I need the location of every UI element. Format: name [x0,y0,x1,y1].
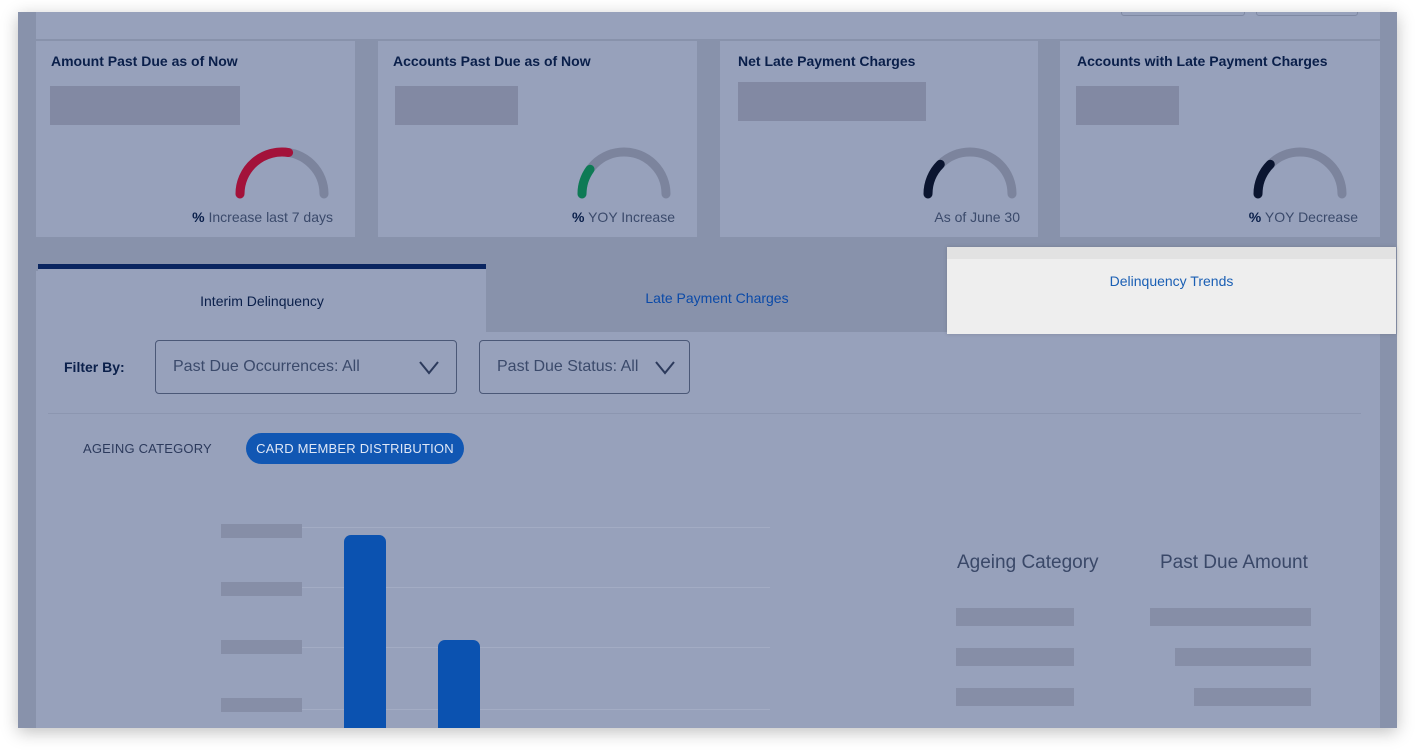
toolbar-button-1[interactable] [1121,12,1245,16]
card-title: Net Late Payment Charges [738,53,916,69]
tab-delinquency-trends[interactable]: Delinquency Trends [947,247,1396,334]
table-cell-placeholder [1175,648,1311,666]
card-title: Accounts with Late Payment Charges [1077,53,1328,69]
filter-label: Filter By: [64,359,125,375]
tab-label: Delinquency Trends [1109,272,1234,289]
ageing-category-toggle[interactable]: AGEING CATEGORY [83,441,212,456]
value-placeholder [50,86,240,125]
table-cell-placeholder [1150,608,1311,626]
stat-card-amount-past-due: Amount Past Due as of Now % Increase las… [36,41,355,237]
card-caption: As of June 30 [934,209,1020,225]
column-header-ageing-category: Ageing Category [957,552,1099,573]
frame-edge-right [1380,12,1397,728]
gauge-fill [577,164,595,199]
caption-percent: % [572,209,585,225]
gauge-icon [235,147,329,199]
table-cell-placeholder [1194,688,1311,706]
caption-text: Increase last 7 days [204,209,333,225]
table-cell-placeholder [956,648,1074,666]
card-member-distribution-toggle[interactable]: CARD MEMBER DISTRIBUTION [246,433,464,464]
chart-bar[interactable] [344,535,386,728]
toolbar-button-2[interactable] [1256,12,1358,16]
gauge-fill [235,147,294,199]
stat-card-net-late-payment-charges: Net Late Payment Charges As of June 30 [720,41,1038,237]
caption-text: YOY Decrease [1261,209,1358,225]
select-value: Past Due Status: All [497,358,639,375]
tab-late-payment-charges[interactable]: Late Payment Charges [486,264,948,332]
card-caption: % Increase last 7 days [192,209,333,225]
card-title: Accounts Past Due as of Now [393,53,591,69]
tab-interim-delinquency[interactable]: Interim Delinquency [38,264,486,332]
y-tick-placeholder [221,698,302,712]
y-tick-placeholder [221,582,302,596]
table-cell-placeholder [956,608,1074,626]
caption-text: As of June 30 [934,209,1020,225]
gauge-icon [923,147,1017,199]
gauge-icon [1253,147,1347,199]
distribution-chart [200,500,780,730]
y-tick-placeholder [221,640,302,654]
value-placeholder [1076,86,1179,125]
value-placeholder [738,82,926,121]
gridline [290,527,770,528]
toggle-label: CARD MEMBER DISTRIBUTION [256,441,454,456]
gauge-fill [1253,159,1275,199]
chevron-down-icon [655,361,675,375]
chart-bar[interactable] [438,640,480,728]
past-due-status-select[interactable]: Past Due Status: All [479,340,690,394]
stat-card-accounts-past-due: Accounts Past Due as of Now % YOY Increa… [378,41,697,237]
section-divider [48,413,1361,414]
y-tick-placeholder [221,524,302,538]
caption-percent: % [1248,209,1262,225]
frame-edge-left [18,12,36,728]
tab-label: Interim Delinquency [200,292,324,309]
value-placeholder [395,86,518,125]
stat-card-accounts-late-payment: Accounts with Late Payment Charges % YOY… [1060,41,1380,237]
gauge-icon [577,147,671,199]
past-due-occurrences-select[interactable]: Past Due Occurrences: All [155,340,457,394]
column-header-past-due-amount: Past Due Amount [1160,552,1308,573]
tab-label: Late Payment Charges [645,290,789,306]
top-toolbar [36,12,1380,39]
select-value: Past Due Occurrences: All [173,358,360,375]
card-caption: % YOY Increase [572,209,675,225]
table-cell-placeholder [956,688,1074,706]
card-caption: % YOY Decrease [1249,209,1358,225]
chevron-down-icon [419,361,439,375]
caption-percent: % [192,209,205,225]
caption-text: YOY Increase [584,209,675,225]
card-title: Amount Past Due as of Now [51,53,238,69]
gauge-fill [923,159,945,199]
